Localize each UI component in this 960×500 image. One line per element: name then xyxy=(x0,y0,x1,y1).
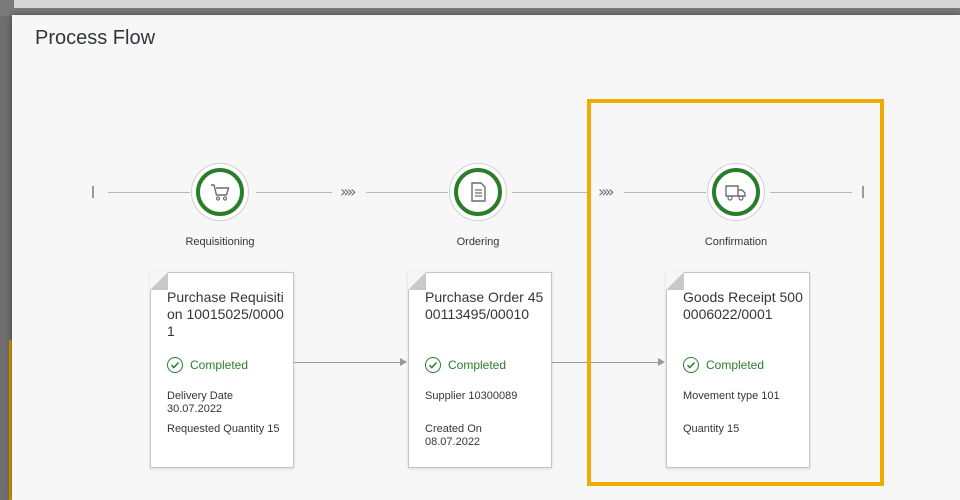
status-badge: Completed xyxy=(425,357,506,373)
checkmark-icon xyxy=(425,357,441,373)
card-detail: Delivery Date 30.07.2022 xyxy=(167,390,234,415)
left-highlight-edge xyxy=(0,340,12,500)
background-window-edge xyxy=(14,0,960,8)
status-badge: Completed xyxy=(167,357,248,373)
card-detail: Created On 08.07.2022 xyxy=(425,423,482,448)
status-text: Completed xyxy=(448,358,507,372)
lane-label: Ordering xyxy=(456,236,500,248)
chevron-right-icon: »» xyxy=(340,182,356,201)
flow-connector xyxy=(294,362,400,363)
shopping-cart-icon xyxy=(211,184,230,201)
card-title: Purchase Requisition 10015025/00001 xyxy=(167,289,284,339)
lane-line xyxy=(108,192,190,193)
lane-node-requisitioning[interactable] xyxy=(191,163,249,221)
document-card-purchase-order[interactable]: Purchase Order 4500113495/00010 Complete… xyxy=(408,272,552,468)
card-title: Purchase Order 4500113495/00010 xyxy=(425,289,544,322)
page-title: Process Flow xyxy=(35,27,156,49)
lane-label: Requisitioning xyxy=(185,236,255,248)
card-corner-fold xyxy=(150,272,168,290)
card-detail: Supplier 10300089 xyxy=(425,390,518,402)
arrow-right-icon xyxy=(400,358,407,366)
status-text: Completed xyxy=(190,358,249,372)
checkmark-icon xyxy=(167,357,183,373)
lane-start-tick xyxy=(92,186,94,198)
document-list-icon xyxy=(471,182,486,202)
document-card-purchase-requisition[interactable]: Purchase Requisition 10015025/00001 Comp… xyxy=(150,272,294,468)
lane-line xyxy=(366,192,448,193)
lane-node-ordering[interactable] xyxy=(449,163,507,221)
card-detail: Requested Quantity 15 xyxy=(167,423,280,435)
background-window-strip xyxy=(0,0,960,16)
lane-line xyxy=(256,192,332,193)
card-corner-fold xyxy=(408,272,426,290)
highlight-box xyxy=(587,99,884,486)
lane-line xyxy=(512,192,588,193)
